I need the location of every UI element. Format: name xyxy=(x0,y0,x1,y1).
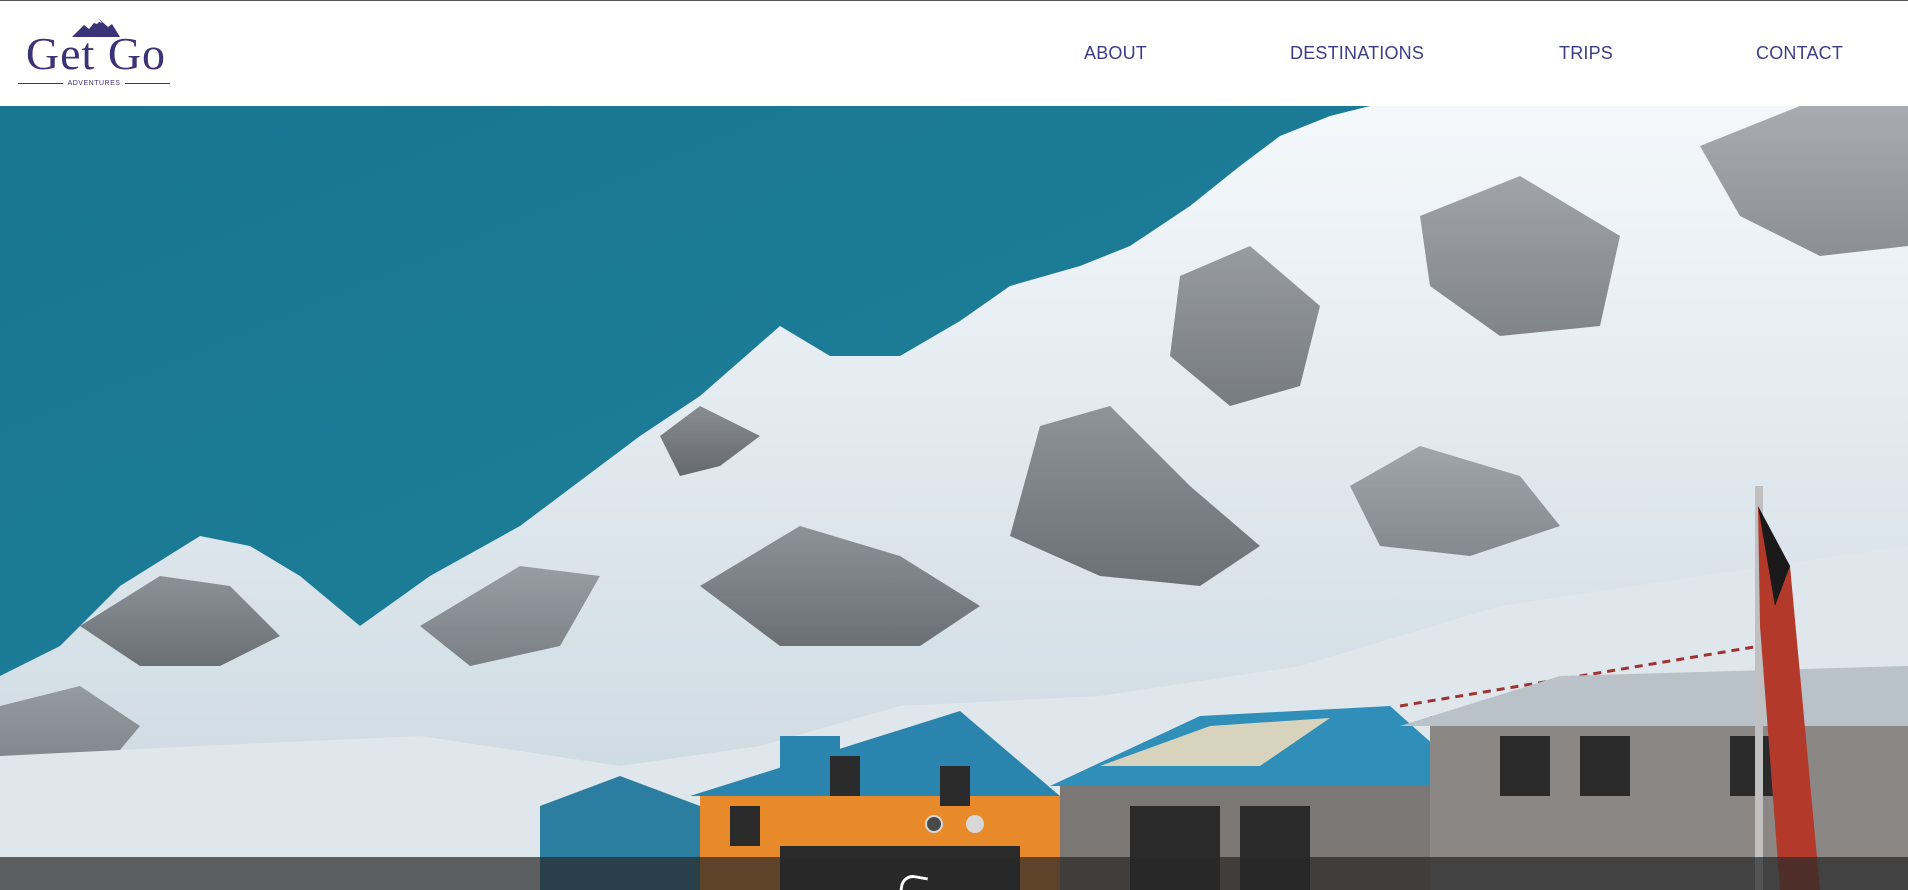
logo-subtitle: ADVENTURES xyxy=(18,77,170,89)
nav-destinations[interactable]: DESTINATIONS xyxy=(1290,43,1424,64)
site-logo[interactable]: Get Go ADVENTURES xyxy=(18,17,174,89)
site-header: Get Go ADVENTURES ABOUT DESTINATIONS TRI… xyxy=(0,0,1908,106)
caption-heading-partial xyxy=(897,872,929,890)
logo-wordmark: Get Go xyxy=(18,31,174,77)
hero-caption-bar xyxy=(0,857,1908,890)
logo-subtitle-text: ADVENTURES xyxy=(67,79,121,87)
nav-about[interactable]: ABOUT xyxy=(1084,43,1147,64)
nav-trips[interactable]: TRIPS xyxy=(1559,43,1613,64)
carousel-dot-1[interactable] xyxy=(925,815,943,833)
logo-text: Get Go xyxy=(25,28,167,79)
mountain-village-photo xyxy=(0,106,1908,890)
nav-contact[interactable]: CONTACT xyxy=(1756,43,1843,64)
hero-banner xyxy=(0,106,1908,890)
page: Get Go ADVENTURES ABOUT DESTINATIONS TRI… xyxy=(0,0,1908,890)
logo-divider xyxy=(125,82,170,84)
carousel-pagination xyxy=(0,815,1908,835)
logo-divider xyxy=(18,82,63,84)
carousel-dot-2[interactable] xyxy=(966,815,984,833)
